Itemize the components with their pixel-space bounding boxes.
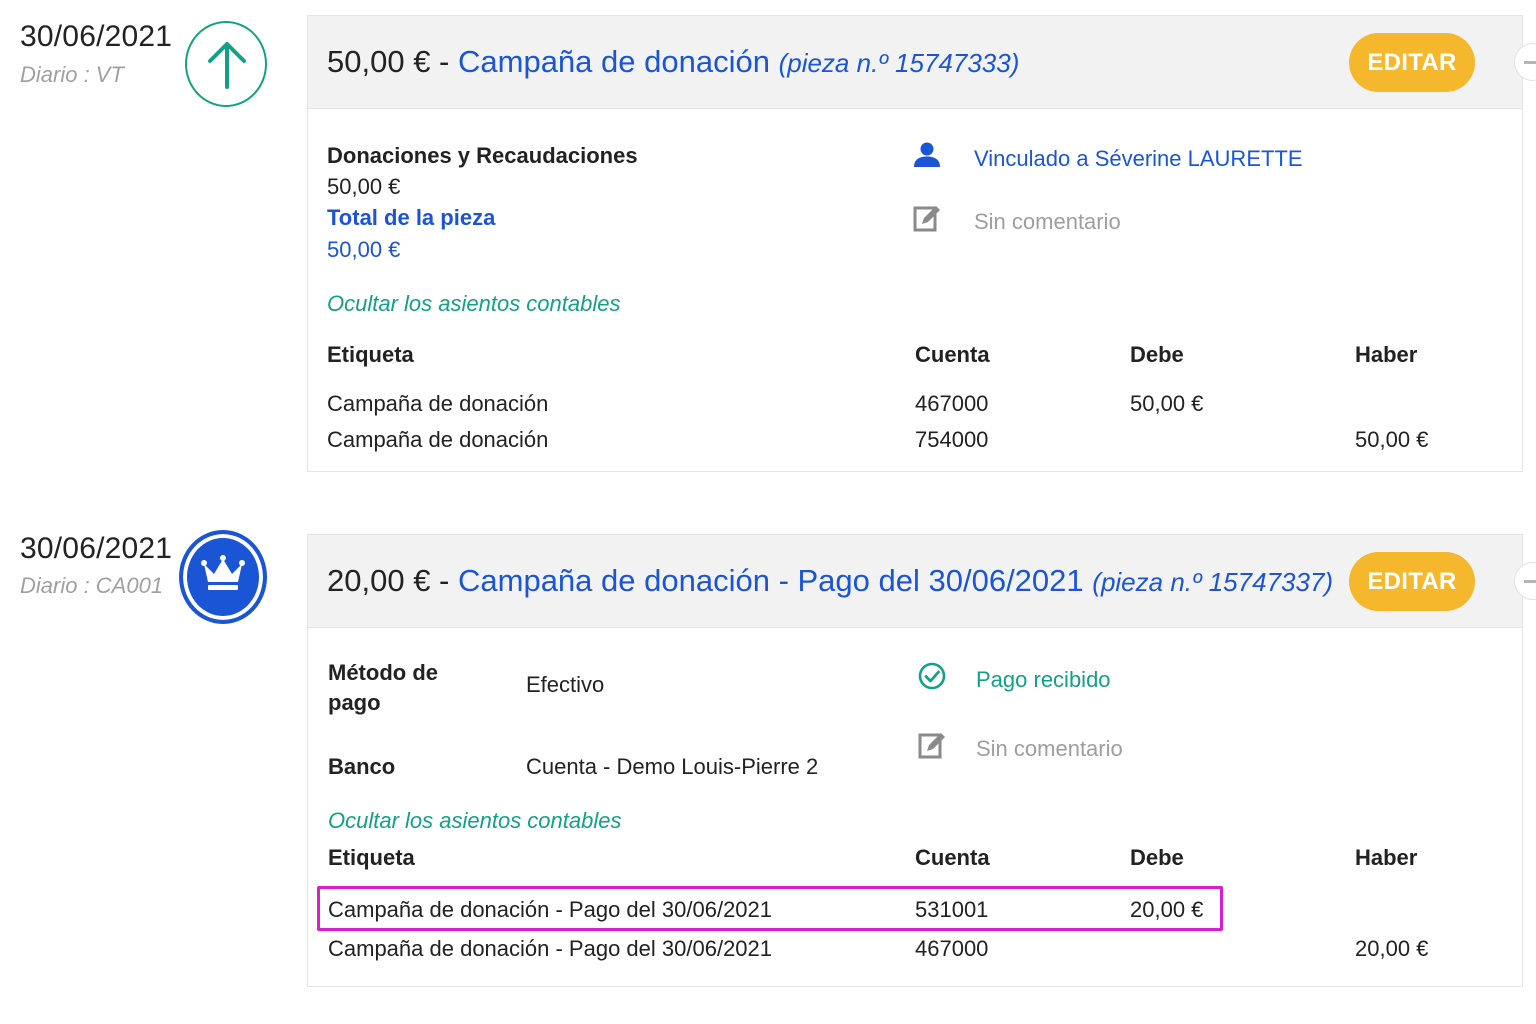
minus-icon [1524,61,1536,64]
col-header-debit: Debe [1130,845,1184,870]
row-label: Campaña de donación [327,427,549,452]
entry-2: 30/06/2021 Diario : CA001 20,00 € - Camp… [0,520,1536,1020]
total-label: Total de la pieza [327,205,496,230]
entry-card: 50,00 € - Campaña de donación (pieza n.º… [307,15,1536,472]
payment-method-value: Efectivo [526,672,605,697]
payment-method-label: Método de [328,660,438,685]
user-icon [914,142,940,167]
col-header-label: Etiqueta [328,845,415,870]
edit-button[interactable]: EDITAR [1349,33,1475,92]
entry-name-link[interactable]: Campaña de donación [458,44,770,79]
entry-amount: 20,00 € [327,563,431,598]
entry-piece-number: (pieza n.º 15747333) [778,48,1020,78]
bank-value: Cuenta - Demo Louis-Pierre 2 [526,754,819,779]
card-header: 20,00 € - Campaña de donación - Pago del… [308,535,1536,628]
payment-status-text: Pago recibido [976,667,1111,692]
row-account: 467000 [915,391,989,416]
collapse-button[interactable] [1514,562,1536,600]
entry-date: 30/06/2021 [20,20,173,53]
col-header-account: Cuenta [915,342,990,367]
total-amount: 50,00 € [327,237,401,262]
col-header-credit: Haber [1355,342,1418,367]
crown-icon [179,530,267,624]
entry-title: 50,00 € - Campaña de donación (pieza n.º… [327,44,1019,80]
check-circle-icon [918,662,946,690]
toggle-entries-link[interactable]: Ocultar los asientos contables [328,808,622,834]
entry-journal: Diario : CA001 [20,573,164,598]
entry-card: 20,00 € - Campaña de donación - Pago del… [307,534,1536,987]
row-debit: 20,00 € [1130,897,1204,922]
title-separator: - [430,563,458,598]
toggle-entries-link[interactable]: Ocultar los asientos contables [327,291,621,317]
col-header-label: Etiqueta [327,342,414,367]
edit-note-icon [913,206,940,232]
edit-button[interactable]: EDITAR [1349,552,1475,611]
row-label: Campaña de donación - Pago del 30/06/202… [328,936,773,961]
row-label: Campaña de donación [327,391,549,416]
category-label: Donaciones y Recaudaciones [327,143,638,168]
linked-contact-link[interactable]: Vinculado a Séverine LAURETTE [974,146,1303,172]
col-header-debit: Debe [1130,342,1184,367]
comment-text[interactable]: Sin comentario [976,736,1123,762]
bank-label: Banco [328,754,396,779]
entry-amount: 50,00 € [327,44,431,79]
col-header-account: Cuenta [915,845,990,870]
card-header: 50,00 € - Campaña de donación (pieza n.º… [308,16,1536,109]
row-account: 531001 [915,897,989,922]
edit-note-icon [918,733,945,759]
entry-name-link[interactable]: Campaña de donación - Pago del 30/06/202… [458,563,1084,598]
row-credit: 50,00 € [1355,427,1429,452]
category-amount: 50,00 € [327,174,401,199]
row-credit: 20,00 € [1355,936,1429,961]
col-header-credit: Haber [1355,845,1418,870]
comment-text[interactable]: Sin comentario [974,209,1121,235]
minus-icon [1524,580,1536,583]
payment-method-label-2: pago [328,690,381,715]
collapse-button[interactable] [1514,43,1536,81]
entry-date: 30/06/2021 [20,532,173,565]
title-separator: - [430,44,458,79]
row-debit: 50,00 € [1130,391,1204,416]
row-label: Campaña de donación - Pago del 30/06/202… [328,897,773,922]
row-account: 754000 [915,427,989,452]
row-account: 467000 [915,936,989,961]
entry-1: 30/06/2021 Diario : VT 50,00 € - Campaña… [0,0,1536,490]
arrow-up-icon [185,21,267,107]
entry-title: 20,00 € - Campaña de donación - Pago del… [327,563,1333,599]
entry-journal: Diario : VT [20,62,124,87]
entry-piece-number: (pieza n.º 15747337) [1092,567,1334,597]
